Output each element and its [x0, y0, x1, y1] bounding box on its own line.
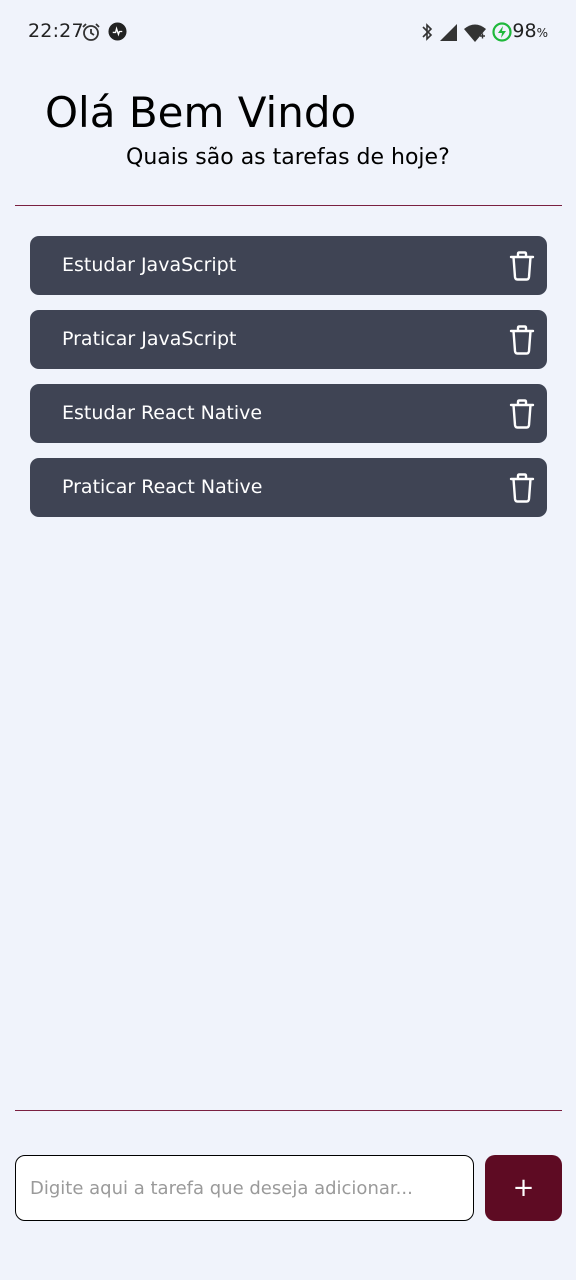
task-label: Estudar JavaScript	[62, 254, 237, 276]
new-task-input[interactable]	[15, 1155, 474, 1221]
task-item[interactable]: Estudar React Native	[30, 384, 547, 443]
trash-icon[interactable]	[509, 399, 535, 429]
battery-charging-icon	[492, 22, 512, 42]
status-right: 98%	[408, 20, 548, 44]
task-list: Estudar JavaScript Praticar JavaScript E…	[30, 236, 547, 532]
add-task-button[interactable]: +	[485, 1155, 562, 1221]
signal-icon	[440, 24, 457, 41]
trash-icon[interactable]	[509, 473, 535, 503]
battery-percentage: 98%	[512, 20, 548, 42]
bluetooth-icon	[422, 23, 433, 41]
task-item[interactable]: Praticar JavaScript	[30, 310, 547, 369]
task-label: Praticar React Native	[62, 476, 263, 498]
app-notification-icon	[108, 22, 127, 41]
trash-icon[interactable]	[509, 251, 535, 281]
task-label: Estudar React Native	[62, 402, 263, 424]
task-item[interactable]: Estudar JavaScript	[30, 236, 547, 295]
status-time: 22:27	[28, 20, 84, 42]
task-label: Praticar JavaScript	[62, 328, 237, 350]
wifi-icon	[464, 24, 486, 42]
alarm-icon	[82, 23, 100, 41]
trash-icon[interactable]	[509, 325, 535, 355]
header-divider	[15, 205, 562, 206]
page-title: Olá Bem Vindo	[45, 88, 357, 137]
task-item[interactable]: Praticar React Native	[30, 458, 547, 517]
status-bar: 22:27 98%	[0, 0, 576, 64]
page-subtitle: Quais são as tarefas de hoje?	[126, 145, 450, 170]
footer-divider	[15, 1110, 562, 1111]
